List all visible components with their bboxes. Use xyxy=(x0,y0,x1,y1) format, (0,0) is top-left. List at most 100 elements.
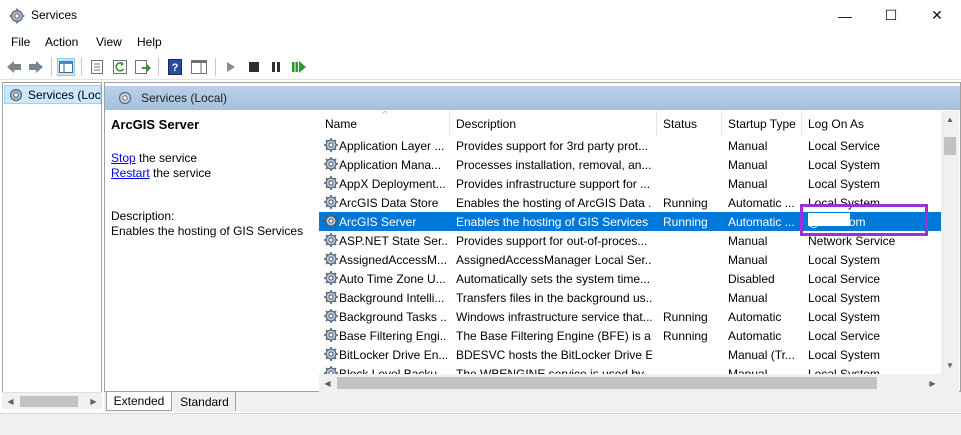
console-tree: Services (Local) xyxy=(2,82,102,409)
scroll-right-icon[interactable]: ▶ xyxy=(85,393,102,410)
help-icon[interactable]: ? xyxy=(166,58,184,76)
refresh-icon[interactable] xyxy=(111,58,129,76)
service-startup-type-cell: Manual (Tr... xyxy=(728,348,795,362)
service-row[interactable]: Background Tasks ... Windows infrastructu… xyxy=(319,307,941,326)
scroll-up-icon[interactable]: ▲ xyxy=(941,111,959,128)
service-log-on-as-cell: Local System xyxy=(808,310,881,324)
toolbar-separator xyxy=(51,58,52,76)
scroll-left-icon[interactable]: ◀ xyxy=(2,393,19,410)
tree-item-label: Services (Local) xyxy=(28,87,101,102)
title-bar: Services — ☐ ✕ xyxy=(0,0,961,31)
service-gear-icon xyxy=(324,252,338,266)
services-gear-icon xyxy=(9,88,23,101)
column-divider[interactable] xyxy=(801,111,802,136)
start-service-icon[interactable] xyxy=(222,58,240,76)
service-name-cell: Auto Time Zone U... xyxy=(339,272,446,286)
service-gear-icon xyxy=(324,157,338,171)
scroll-down-icon[interactable]: ▼ xyxy=(941,357,959,374)
services-gear-icon xyxy=(9,8,25,24)
properties-icon[interactable] xyxy=(88,58,106,76)
horizontal-scrollbar[interactable]: ◀ ▶ xyxy=(319,374,941,392)
show-hide-action-pane-icon[interactable] xyxy=(190,58,208,76)
service-gear-icon xyxy=(324,195,338,209)
service-row[interactable]: Application Mana... Processes installatio… xyxy=(319,155,941,174)
menu-help[interactable]: Help xyxy=(137,35,162,49)
restart-service-link[interactable]: Restart xyxy=(111,166,150,180)
service-detail-panel: ArcGIS Server Stop the service Restart t… xyxy=(105,111,307,391)
service-startup-type-cell: Automatic xyxy=(728,329,782,343)
minimize-button[interactable]: — xyxy=(822,0,868,31)
service-row[interactable]: Background Intelli... Transfers files in … xyxy=(319,288,941,307)
service-description-cell: AssignedAccessManager Local Ser... xyxy=(456,253,652,267)
column-header-startup-type[interactable]: Startup Type xyxy=(728,117,796,131)
service-row[interactable]: AssignedAccessM... AssignedAccessManager … xyxy=(319,250,941,269)
close-button[interactable]: ✕ xyxy=(914,0,960,31)
column-divider[interactable] xyxy=(449,111,450,136)
service-startup-type-cell: Manual xyxy=(728,234,768,248)
service-name-cell: AssignedAccessM... xyxy=(339,253,447,267)
service-row[interactable]: AppX Deployment... Provides infrastructur… xyxy=(319,174,941,193)
service-description-cell: Enables the hosting of ArcGIS Data ... xyxy=(456,196,652,210)
menu-action[interactable]: Action xyxy=(45,35,78,49)
service-name-cell: ASP.NET State Ser... xyxy=(339,234,447,248)
service-description-cell: Windows infrastructure service that... xyxy=(456,310,652,324)
restart-service-icon[interactable] xyxy=(290,58,308,76)
service-description-cell: Provides support for 3rd party prot... xyxy=(456,139,649,153)
service-gear-icon xyxy=(324,271,338,285)
description-label: Description: xyxy=(111,209,175,223)
service-description-cell: Transfers files in the background us... xyxy=(456,291,652,305)
scroll-right-icon[interactable]: ▶ xyxy=(924,374,941,392)
service-name-cell: ArcGIS Data Store xyxy=(339,196,439,210)
scroll-thumb[interactable] xyxy=(944,137,956,155)
service-gear-icon xyxy=(324,214,338,228)
show-hide-console-tree-icon[interactable] xyxy=(57,58,75,76)
column-divider[interactable] xyxy=(721,111,722,136)
tab-standard[interactable]: Standard xyxy=(174,392,236,411)
service-description-cell: Automatically sets the system time... xyxy=(456,272,651,286)
menu-view[interactable]: View xyxy=(96,35,122,49)
vertical-scrollbar[interactable]: ▲ ▼ xyxy=(941,111,959,392)
service-name-cell: BitLocker Drive En... xyxy=(339,348,447,362)
service-description-cell: Processes installation, removal, an... xyxy=(456,158,652,172)
scroll-thumb[interactable] xyxy=(337,377,877,389)
service-description-cell: Enables the hosting of GIS Services xyxy=(456,215,649,229)
column-header-log-on-as[interactable]: Log On As xyxy=(808,117,864,131)
service-gear-icon xyxy=(324,176,338,190)
service-row[interactable]: Application Layer ... Provides support fo… xyxy=(319,136,941,155)
forward-icon[interactable] xyxy=(27,58,45,76)
service-log-on-as-cell: Local System xyxy=(808,158,881,172)
column-divider[interactable] xyxy=(656,111,657,136)
tree-item-services-local[interactable]: Services (Local) xyxy=(4,85,101,104)
main-pane: Services (Local) ArcGIS Server Stop the … xyxy=(104,82,961,392)
column-header-status[interactable]: Status xyxy=(663,117,697,131)
service-row[interactable]: Auto Time Zone U... Automatically sets th… xyxy=(319,269,941,288)
stop-service-icon[interactable] xyxy=(245,58,263,76)
scroll-left-icon[interactable]: ◀ xyxy=(319,374,336,392)
service-gear-icon xyxy=(324,347,338,361)
toolbar-separator xyxy=(81,58,82,76)
tree-horizontal-scrollbar[interactable]: ◀ ▶ xyxy=(2,392,102,409)
column-header-name[interactable]: Name xyxy=(325,117,357,131)
column-header-description[interactable]: Description xyxy=(456,117,516,131)
service-status-cell: Running xyxy=(663,310,708,324)
service-description-cell: The Base Filtering Engine (BFE) is a ... xyxy=(456,329,652,343)
service-description-cell: Provides infrastructure support for ... xyxy=(456,177,651,191)
tab-extended[interactable]: Extended xyxy=(106,392,172,411)
main-pane-header: Services (Local) xyxy=(105,86,960,110)
service-row[interactable]: Base Filtering Engi... The Base Filtering… xyxy=(319,326,941,345)
back-icon[interactable] xyxy=(5,58,23,76)
window-title: Services xyxy=(31,8,78,22)
export-list-icon[interactable] xyxy=(134,58,152,76)
menu-file[interactable]: File xyxy=(11,35,30,49)
stop-service-link[interactable]: Stop xyxy=(111,151,136,165)
menu-bar: File Action View Help xyxy=(0,31,961,53)
service-name-cell: Application Mana... xyxy=(339,158,442,172)
service-description-cell: Provides support for out-of-proces... xyxy=(456,234,648,248)
scroll-thumb[interactable] xyxy=(20,396,78,407)
service-name-cell: AppX Deployment... xyxy=(339,177,446,191)
svg-text:?: ? xyxy=(172,62,179,74)
service-startup-type-cell: Manual xyxy=(728,158,768,172)
maximize-button[interactable]: ☐ xyxy=(868,0,914,31)
pause-service-icon[interactable] xyxy=(267,58,285,76)
service-row[interactable]: BitLocker Drive En... BDESVC hosts the Bi… xyxy=(319,345,941,364)
